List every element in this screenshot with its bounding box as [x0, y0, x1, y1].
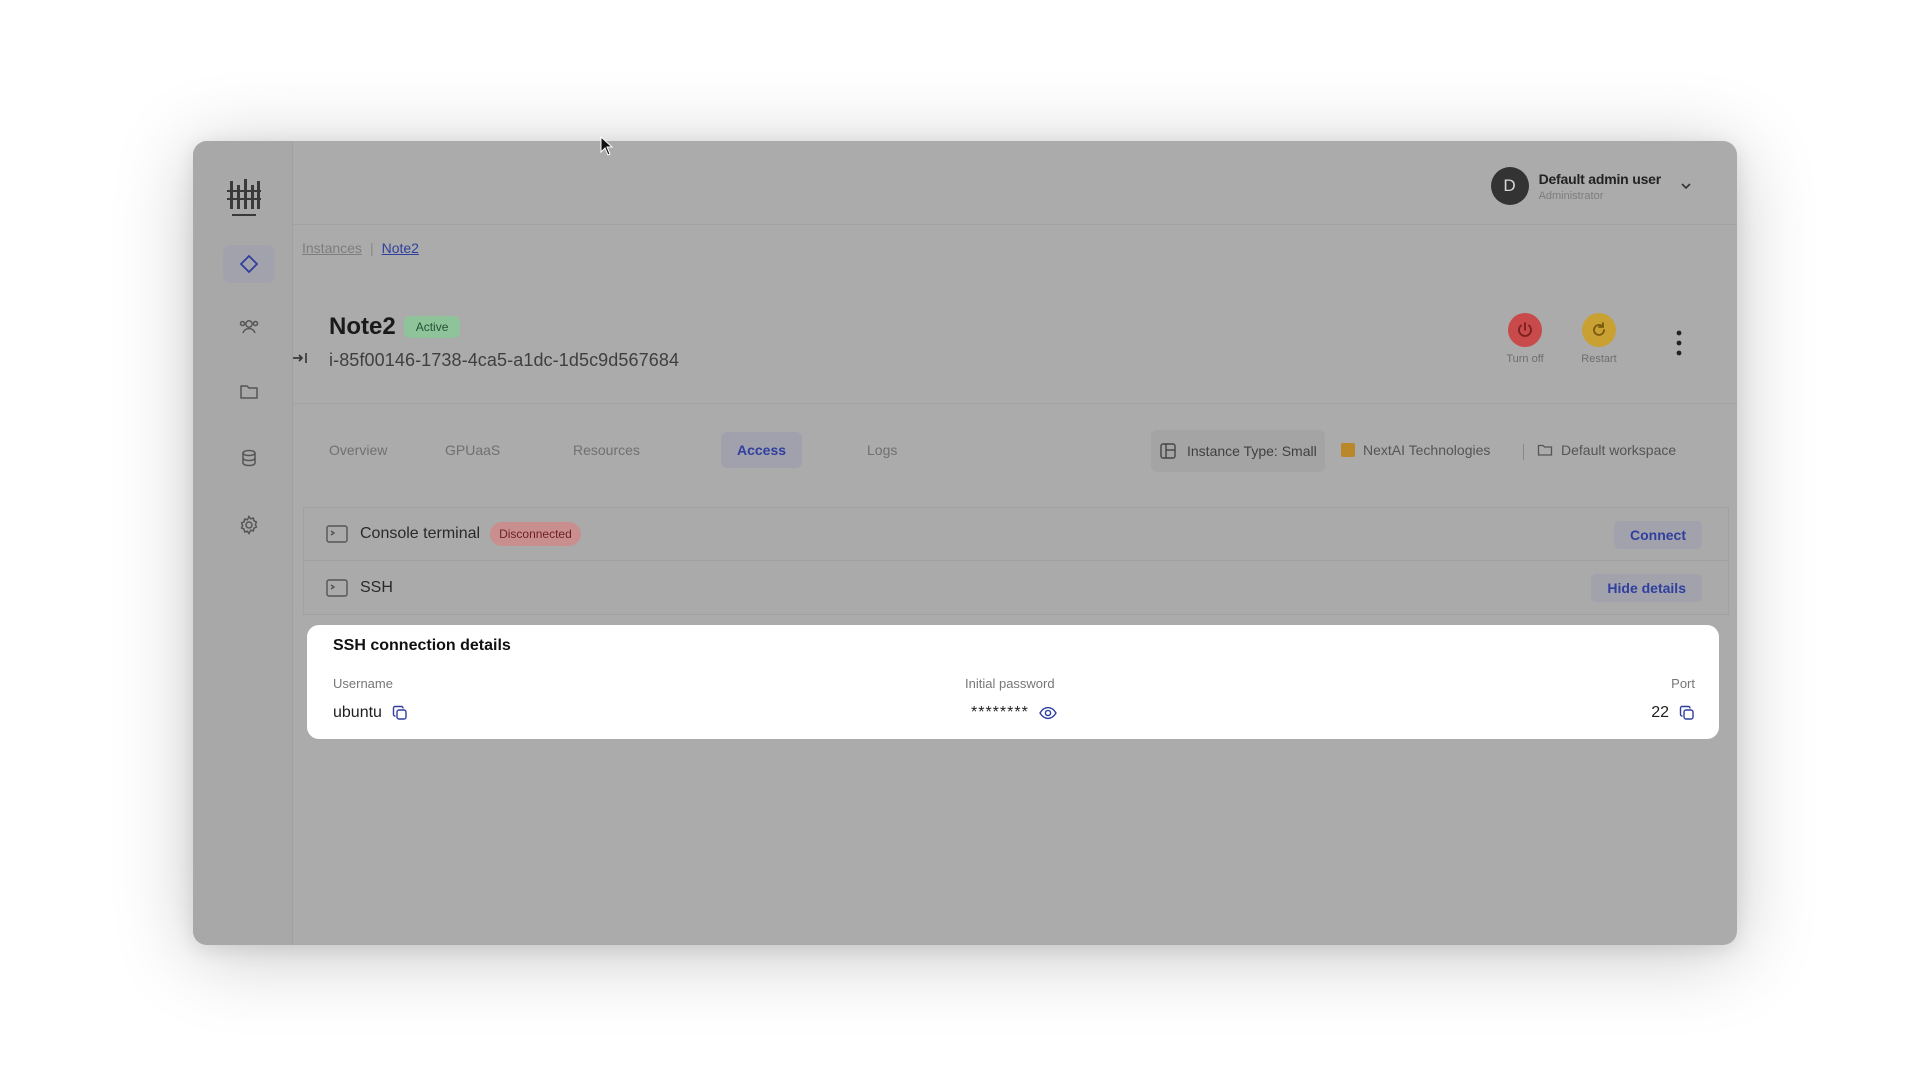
sidebar-item-files[interactable]: [223, 372, 275, 410]
console-terminal-row: Console terminal Disconnected Connect: [303, 507, 1729, 561]
sidebar-item-storage[interactable]: [223, 439, 275, 477]
more-options-icon[interactable]: [1673, 328, 1685, 358]
user-name: Default admin user: [1538, 170, 1662, 187]
tab-resources[interactable]: Resources: [557, 432, 656, 468]
restart-icon: [1593, 322, 1605, 336]
users-icon: [239, 320, 259, 334]
instance-id: i-85f00146-1738-4ca5-a1dc-1d5c9d567684: [329, 350, 680, 370]
mouse-cursor-icon: [600, 136, 614, 156]
password-label: Initial password: [965, 676, 1055, 691]
terminal-icon: [326, 578, 348, 597]
ssh-details-title: SSH connection details: [333, 637, 511, 654]
collapse-sidebar-icon[interactable]: [291, 350, 309, 366]
folder-icon: [240, 385, 258, 399]
username-field: ubuntu: [333, 704, 408, 722]
sidebar-item-settings[interactable]: [223, 506, 275, 544]
console-terminal-label: Console terminal: [360, 525, 481, 542]
port-label: Port: [1671, 676, 1695, 691]
copy-icon[interactable]: [1679, 705, 1695, 721]
sidebar: [193, 141, 293, 945]
port-value: 22: [1651, 704, 1669, 721]
meta-divider: [1523, 444, 1524, 460]
sidebar-item-instances[interactable]: [223, 245, 275, 283]
ssh-details-card: SSH connection details Username ubuntu I…: [307, 625, 1719, 739]
sidebar-item-users[interactable]: [223, 308, 275, 346]
copy-icon[interactable]: [392, 705, 408, 721]
turn-off-button[interactable]: Turn off: [1495, 313, 1555, 365]
tab-access[interactable]: Access: [721, 432, 803, 468]
breadcrumb-instances[interactable]: Instances: [302, 240, 362, 256]
power-icon: [1518, 322, 1532, 337]
folder-icon: [1537, 444, 1553, 456]
user-role: Administrator: [1538, 189, 1604, 202]
username-value: ubuntu: [333, 704, 382, 721]
hide-details-button[interactable]: Hide details: [1591, 574, 1702, 602]
instance-type-icon: [1160, 443, 1176, 459]
eye-icon[interactable]: [1038, 705, 1057, 721]
organization: NextAI Technologies: [1341, 442, 1490, 458]
avatar: D: [1490, 167, 1529, 205]
connect-button[interactable]: Connect: [1614, 521, 1702, 549]
tab-gpuaas[interactable]: GPUaaS: [429, 432, 516, 468]
organization-label: NextAI Technologies: [1363, 442, 1491, 458]
tab-overview[interactable]: Overview: [313, 432, 403, 468]
workspace-label: Default workspace: [1561, 442, 1677, 458]
password-field: ********: [971, 704, 1057, 722]
diamond-icon: [239, 254, 259, 274]
username-label: Username: [333, 676, 393, 691]
database-icon: [242, 449, 256, 467]
instance-type: Instance Type: Small: [1159, 442, 1317, 460]
port-field: 22: [1651, 704, 1695, 722]
breadcrumb-current[interactable]: Note2: [382, 240, 419, 256]
ssh-label: SSH: [360, 578, 393, 596]
workspace: Default workspace: [1537, 442, 1676, 458]
organization-icon: [1341, 443, 1355, 457]
chevron-down-icon[interactable]: [1679, 179, 1693, 193]
password-value: ********: [971, 704, 1029, 721]
app-window: D Default admin user Administrator Insta…: [193, 141, 1737, 945]
restart-label: Restart: [1581, 353, 1617, 365]
tab-logs[interactable]: Logs: [851, 432, 913, 468]
top-bar: D Default admin user Administrator: [293, 141, 1737, 225]
status-badge: Active: [403, 316, 461, 338]
ssh-row: SSH Hide details: [303, 561, 1729, 615]
page-title: Note2: [329, 313, 396, 340]
instance-type-label: Instance Type: Small: [1187, 443, 1317, 459]
breadcrumb-separator: |: [369, 240, 374, 256]
disconnected-badge: Disconnected: [490, 522, 581, 546]
access-panel: Console terminal Disconnected Connect SS…: [303, 507, 1729, 615]
app-logo: [227, 179, 261, 216]
breadcrumb: Instances | Note2: [302, 240, 419, 256]
user-menu[interactable]: D Default admin user Administrator: [1490, 167, 1693, 205]
page-header: Note2 Active: [329, 313, 461, 341]
tabs-row: Overview GPUaaS Resources Access Logs In…: [293, 403, 1737, 473]
restart-button[interactable]: Restart: [1569, 313, 1629, 365]
gear-icon: [240, 515, 258, 535]
terminal-icon: [326, 525, 348, 543]
turn-off-label: Turn off: [1506, 353, 1544, 365]
